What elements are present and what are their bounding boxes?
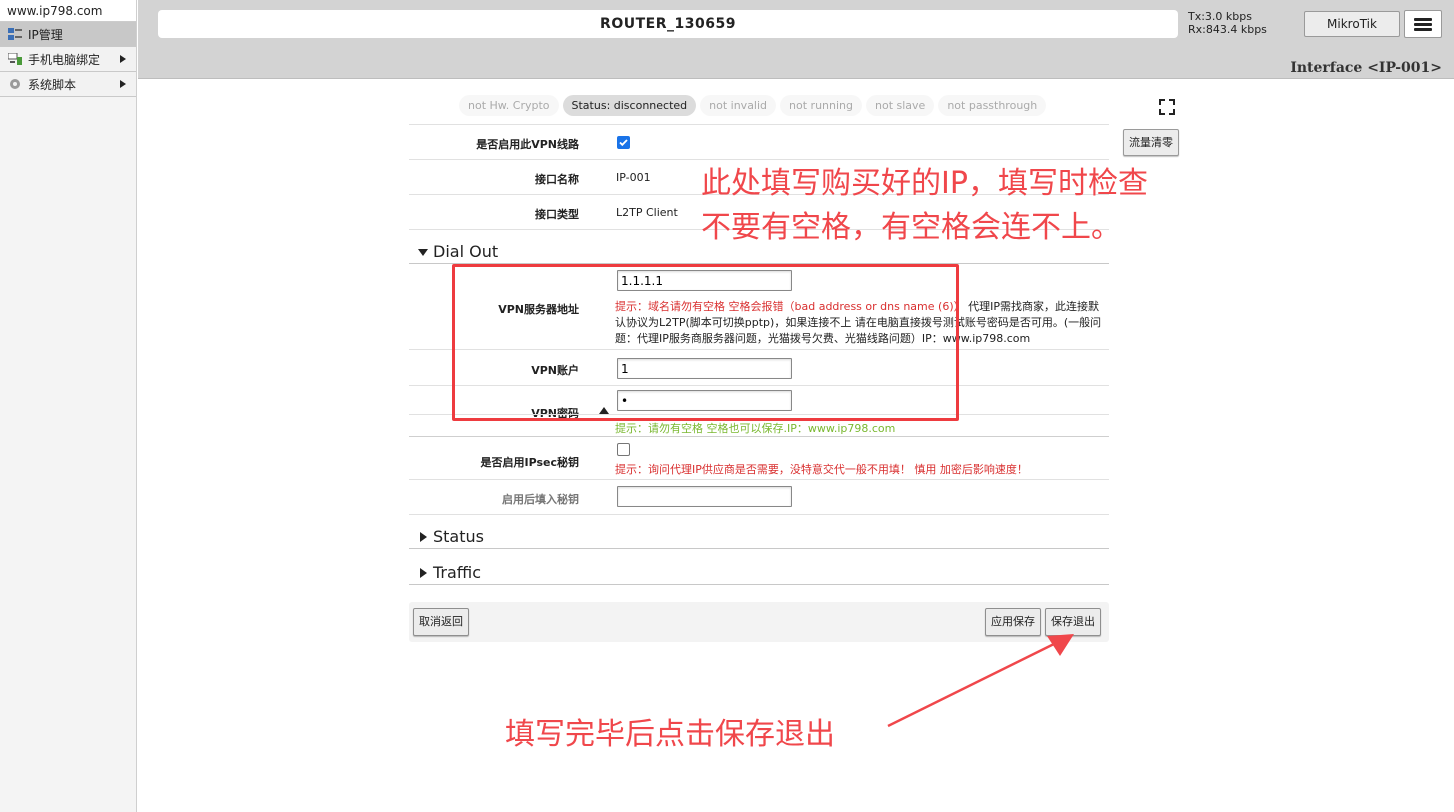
section-status[interactable]: Status bbox=[409, 527, 1109, 549]
ipsec-secret-input[interactable] bbox=[617, 486, 792, 507]
section-title: Traffic bbox=[433, 563, 482, 582]
ipsec-hint: 提示：询问代理IP供应商是否需要，没特意交代一般不用填！ 慎用 加密后影响速度！ bbox=[615, 463, 1028, 476]
menu-bar bbox=[1414, 18, 1432, 21]
chevron-right-icon bbox=[120, 80, 126, 88]
device-bind-icon bbox=[7, 52, 22, 65]
rx-rate: Rx:843.4 kbps bbox=[1188, 23, 1267, 36]
page-title: Interface <IP-001> bbox=[1290, 60, 1442, 76]
section-traffic[interactable]: Traffic bbox=[409, 563, 1109, 585]
interface-name-value: IP-001 bbox=[616, 171, 651, 184]
sidebar: www.ip798.com IP管理 手机电脑绑定 系统脚本 bbox=[0, 0, 137, 812]
status-pill: not passthrough bbox=[938, 95, 1047, 116]
enable-vpn-checkbox[interactable] bbox=[617, 136, 630, 149]
fullscreen-icon[interactable] bbox=[1156, 96, 1178, 118]
divider bbox=[409, 124, 1109, 125]
section-title: Status bbox=[433, 527, 484, 546]
sidebar-item-system-script[interactable]: 系统脚本 bbox=[0, 72, 136, 97]
status-pill: not running bbox=[780, 95, 862, 116]
arrow-icon bbox=[887, 634, 1074, 728]
save-note: 填写完毕后点击保存退出 bbox=[505, 717, 835, 752]
divider bbox=[409, 436, 1109, 437]
status-pill: not slave bbox=[866, 95, 935, 116]
hamburger-menu-button[interactable] bbox=[1404, 10, 1442, 38]
status-pill: not invalid bbox=[700, 95, 777, 116]
mikrotik-button[interactable]: MikroTik bbox=[1304, 11, 1400, 37]
divider bbox=[409, 514, 1109, 515]
enable-vpn-label: 是否启用此VPN线路 bbox=[476, 138, 579, 151]
divider bbox=[409, 159, 1109, 160]
status-pill-active: Status: disconnected bbox=[562, 95, 697, 116]
top-bar: ROUTER_130659 Tx:3.0 kbps Rx:843.4 kbps … bbox=[138, 0, 1454, 79]
menu-bar bbox=[1414, 23, 1432, 26]
status-pill: not Hw. Crypto bbox=[459, 95, 559, 116]
caret-right-icon bbox=[420, 532, 427, 542]
sidebar-item-device-bind[interactable]: 手机电脑绑定 bbox=[0, 47, 136, 72]
router-name: ROUTER_130659 bbox=[158, 10, 1178, 38]
sidebar-item-label: IP管理 bbox=[28, 27, 63, 42]
ipsec-checkbox[interactable] bbox=[617, 443, 630, 456]
sidebar-item-ip-manage[interactable]: IP管理 bbox=[0, 22, 136, 47]
ipsec-secret-label: 启用后填入秘钥 bbox=[502, 493, 579, 506]
interface-type-value: L2TP Client bbox=[616, 206, 678, 219]
ip-note-line1: 此处填写购买好的IP，填写时检查 bbox=[701, 166, 1148, 201]
status-pills: not Hw. Crypto Status: disconnected not … bbox=[459, 95, 1047, 116]
reset-traffic-button[interactable]: 流量清零 bbox=[1123, 129, 1179, 156]
highlight-box bbox=[452, 264, 959, 421]
caret-right-icon bbox=[420, 568, 427, 578]
check-icon bbox=[619, 139, 628, 147]
sidebar-item-label: 系统脚本 bbox=[28, 77, 77, 92]
tx-rate: Tx:3.0 kbps bbox=[1188, 10, 1252, 23]
cancel-button[interactable]: 取消返回 bbox=[413, 608, 469, 636]
section-title: Dial Out bbox=[433, 242, 499, 261]
vpn-server-hint-text: 代理IP需找商家，此连接默 bbox=[968, 300, 1100, 313]
ip-manage-icon bbox=[8, 28, 22, 40]
sidebar-item-label: 手机电脑绑定 bbox=[28, 52, 101, 67]
ip-note-line2: 不要有空格，有空格会连不上。 bbox=[701, 210, 1121, 245]
menu-bar bbox=[1414, 28, 1432, 31]
vpn-password-hint: 提示：请勿有空格 空格也可以保存.IP：www.ip798.com bbox=[615, 422, 896, 435]
site-url: www.ip798.com bbox=[0, 0, 136, 22]
interface-type-label: 接口类型 bbox=[535, 208, 579, 221]
traffic-rate: Tx:3.0 kbps Rx:843.4 kbps bbox=[1188, 10, 1267, 36]
divider bbox=[409, 479, 1109, 480]
ipsec-label: 是否启用IPsec秘钥 bbox=[480, 456, 580, 469]
gear-icon bbox=[8, 78, 22, 90]
caret-down-icon bbox=[418, 249, 428, 256]
chevron-right-icon bbox=[120, 55, 126, 63]
interface-name-label: 接口名称 bbox=[535, 173, 579, 186]
